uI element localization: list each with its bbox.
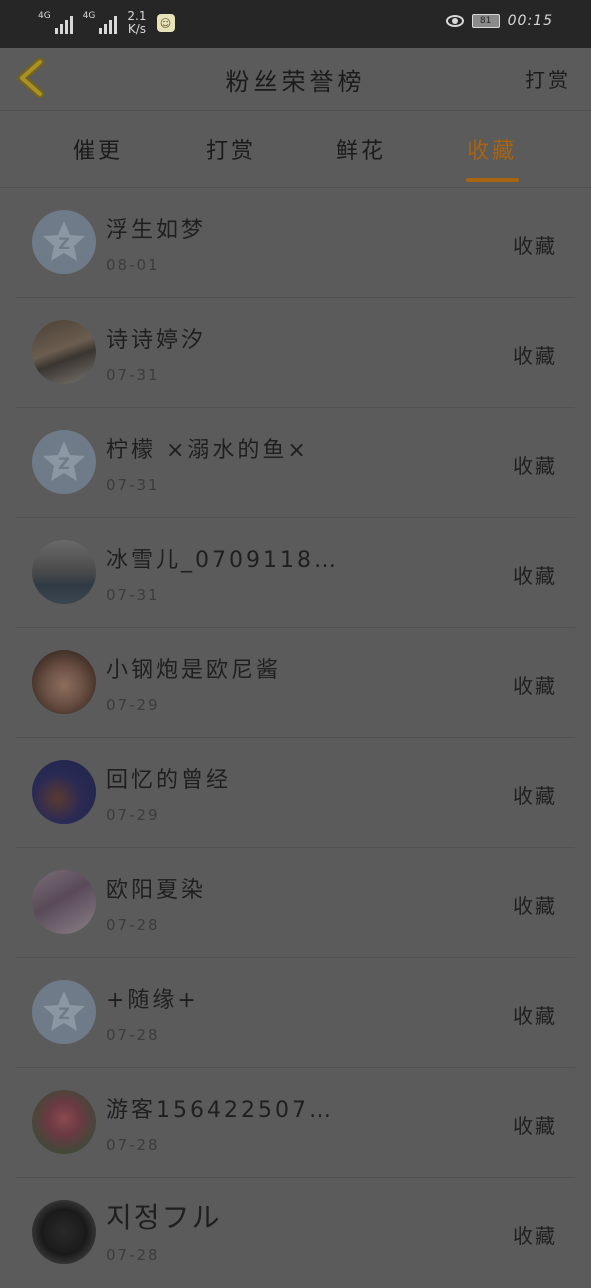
avatar: Z	[32, 210, 96, 274]
fan-name: +随缘+	[106, 988, 199, 1013]
active-tab-indicator	[466, 178, 519, 182]
favorite-date: 07-28	[106, 916, 160, 934]
network-type-1: 4G	[38, 11, 51, 21]
favorite-date: 07-31	[106, 586, 160, 604]
favorite-date: 07-29	[106, 696, 160, 714]
avatar	[32, 650, 96, 714]
list-item[interactable]: 欧阳夏染 07-28 收藏	[0, 848, 591, 958]
battery-icon: 81	[471, 14, 500, 28]
svg-text:Z: Z	[58, 454, 70, 473]
svg-text:Z: Z	[58, 234, 70, 253]
action-label: 收藏	[513, 1004, 557, 1028]
action-label: 收藏	[513, 1114, 557, 1138]
status-bar: 4G 4G 2.1 K/s ☺ 81 00:15	[0, 0, 591, 48]
favorite-date: 07-31	[106, 366, 160, 384]
favorite-date: 07-28	[106, 1136, 160, 1154]
app-notification-icon: ☺	[156, 14, 175, 32]
list-item[interactable]: 游客156422507… 07-28 收藏	[0, 1068, 591, 1178]
avatar	[32, 320, 96, 384]
network-speed: 2.1 K/s	[127, 9, 147, 36]
cellular-signal-icon: 4G	[38, 12, 73, 34]
fan-name: 지정フル	[106, 1201, 222, 1234]
network-type-2: 4G	[82, 11, 96, 21]
status-time: 00:15	[507, 13, 553, 29]
svg-text:Z: Z	[58, 1004, 70, 1023]
action-label: 收藏	[513, 674, 557, 698]
action-label: 收藏	[513, 234, 557, 258]
page-title: 粉丝荣誉榜	[225, 68, 366, 96]
avatar	[32, 540, 96, 604]
tip-button[interactable]: 打赏	[525, 64, 571, 93]
tab-tip[interactable]: 打赏	[176, 133, 286, 165]
eye-comfort-icon	[445, 15, 464, 27]
tab-bar: 催更 打赏 鲜花 收藏	[0, 111, 591, 188]
favorite-date: 07-31	[106, 476, 160, 494]
favorite-date: 07-28	[106, 1246, 160, 1264]
tab-urge-update[interactable]: 催更	[43, 133, 153, 165]
fan-name: 游客156422507…	[106, 1098, 334, 1123]
tab-flowers[interactable]: 鲜花	[306, 133, 416, 165]
list-item[interactable]: 回忆的曾经 07-29 收藏	[0, 738, 591, 848]
list-item[interactable]: 小钢炮是欧尼酱 07-29 收藏	[0, 628, 591, 738]
default-avatar-star-icon: Z	[43, 441, 85, 481]
default-avatar-star-icon: Z	[43, 991, 85, 1031]
fan-name: 柠檬 ×溺水的鱼×	[106, 438, 309, 463]
fan-name: 欧阳夏染	[106, 878, 207, 903]
list-item[interactable]: Z 浮生如梦 08-01 收藏	[0, 188, 591, 298]
action-label: 收藏	[513, 1224, 557, 1248]
list-item[interactable]: 冰雪儿_0709118… 07-31 收藏	[0, 518, 591, 628]
fan-name: 回忆的曾经	[106, 768, 232, 793]
avatar	[32, 1090, 96, 1154]
action-label: 收藏	[513, 454, 557, 478]
favorite-date: 08-01	[106, 256, 160, 274]
favorite-date: 07-29	[106, 806, 160, 824]
fan-name: 冰雪儿_0709118…	[106, 548, 339, 573]
list-item[interactable]: 诗诗婷汐 07-31 收藏	[0, 298, 591, 408]
fan-name: 诗诗婷汐	[106, 328, 207, 353]
tab-favorites[interactable]: 收藏	[437, 133, 547, 165]
fan-name: 浮生如梦	[106, 218, 207, 243]
list-item[interactable]: Z +随缘+ 07-28 收藏	[0, 958, 591, 1068]
avatar	[32, 760, 96, 824]
default-avatar-star-icon: Z	[43, 221, 85, 261]
avatar	[32, 870, 96, 934]
avatar	[32, 1200, 96, 1264]
favorite-date: 07-28	[106, 1026, 160, 1044]
action-label: 收藏	[513, 784, 557, 808]
action-label: 收藏	[513, 344, 557, 368]
fan-list: Z 浮生如梦 08-01 收藏 诗诗婷汐 07-31 收藏 Z 柠檬 ×溺水的鱼…	[0, 188, 591, 1288]
action-label: 收藏	[513, 564, 557, 588]
list-item[interactable]: Z 柠檬 ×溺水的鱼× 07-31 收藏	[0, 408, 591, 518]
avatar: Z	[32, 430, 96, 494]
list-item[interactable]: 지정フル 07-28 收藏	[0, 1178, 591, 1288]
avatar: Z	[32, 980, 96, 1044]
nav-bar: 粉丝荣誉榜 打赏	[0, 48, 591, 111]
action-label: 收藏	[513, 894, 557, 918]
fan-name: 小钢炮是欧尼酱	[106, 658, 282, 683]
cellular-signal-icon: 4G	[83, 12, 118, 34]
